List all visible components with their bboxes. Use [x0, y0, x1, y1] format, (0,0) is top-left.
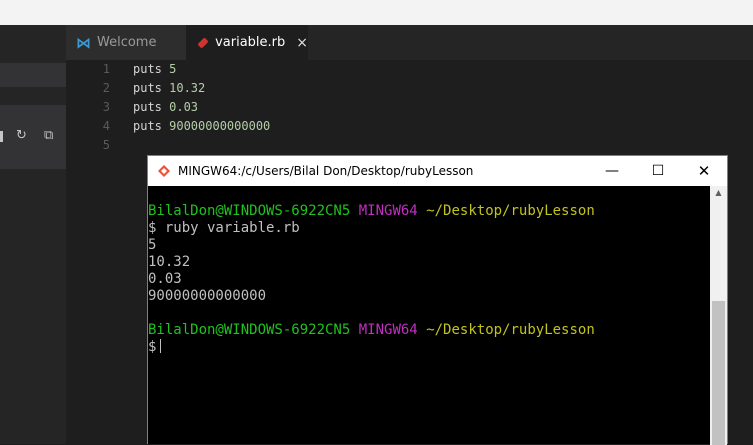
output-line: 10.32: [148, 254, 191, 270]
vscode-icon: ⋈: [76, 33, 91, 52]
refresh-icon[interactable]: ↻: [16, 129, 27, 142]
prompt-symbol: $: [148, 339, 157, 355]
terminal-window: MINGW64:/c/Users/Bilal Don/Desktop/rubyL…: [147, 155, 728, 445]
close-button[interactable]: ✕: [681, 156, 727, 186]
number-literal: 90000000000000: [169, 119, 271, 133]
code-line[interactable]: [133, 136, 270, 155]
prompt-user: BilalDon@WINDOWS-6922CN5: [148, 322, 351, 338]
sidebar-section-header[interactable]: [0, 63, 66, 87]
tab-label: Welcome: [97, 35, 157, 50]
code-line[interactable]: puts 0.03: [133, 98, 270, 117]
code-line[interactable]: puts 10.32: [133, 79, 270, 98]
prompt-path: ~/Desktop/rubyLesson: [426, 203, 595, 219]
text-cursor: [160, 339, 162, 353]
explorer-sidebar: ↻ ⧉: [0, 25, 66, 444]
keyword: puts: [133, 100, 170, 114]
git-bash-icon: [158, 165, 170, 177]
line-number-gutter: 1 2 3 4 5: [66, 60, 110, 155]
prompt-env: MINGW64: [358, 203, 418, 219]
number-literal: 10.32: [169, 81, 206, 95]
prompt-line: BilalDon@WINDOWS-6922CN5 MINGW64 ~/Deskt…: [148, 203, 595, 220]
line-number: 5: [102, 138, 110, 152]
code-lines[interactable]: puts 5 puts 10.32 puts 0.03 puts 9000000…: [133, 60, 270, 155]
scrollbar-thumb[interactable]: [712, 301, 725, 445]
window-top-strip: [0, 0, 753, 25]
code-line[interactable]: puts 5: [133, 60, 270, 79]
terminal-scrollbar[interactable]: ▲: [710, 186, 727, 445]
number-literal: 0.03: [169, 100, 199, 114]
tab-bar: ⋈ Welcome variable.rb ×: [66, 25, 753, 60]
prompt-line: BilalDon@WINDOWS-6922CN5 MINGW64 ~/Deskt…: [148, 322, 595, 339]
collapse-all-icon[interactable]: ⧉: [44, 129, 53, 142]
keyword: puts: [133, 119, 170, 133]
output-line: 0.03: [148, 271, 182, 287]
tab-label: variable.rb: [215, 35, 286, 50]
line-number: 1: [102, 62, 110, 76]
terminal-title: MINGW64:/c/Users/Bilal Don/Desktop/rubyL…: [178, 164, 474, 178]
ruby-file-icon: [197, 36, 209, 49]
minimize-button[interactable]: —: [589, 156, 635, 186]
keyword: puts: [133, 81, 170, 95]
sidebar-section: [0, 105, 66, 169]
prompt-path: ~/Desktop/rubyLesson: [426, 322, 595, 338]
terminal-output[interactable]: BilalDon@WINDOWS-6922CN5 MINGW64 ~/Deskt…: [148, 203, 595, 356]
output-line: 90000000000000: [148, 288, 267, 304]
prompt-user: BilalDon@WINDOWS-6922CN5: [148, 203, 351, 219]
number-literal: 5: [169, 62, 177, 76]
tab-variable-rb[interactable]: variable.rb ×: [186, 25, 308, 60]
line-number: 2: [102, 81, 110, 95]
tab-welcome[interactable]: ⋈ Welcome: [66, 25, 186, 60]
input-line[interactable]: $: [148, 339, 595, 356]
line-number: 3: [102, 100, 110, 114]
output-line: 5: [148, 237, 157, 253]
maximize-button[interactable]: ☐: [635, 156, 681, 186]
prompt-env: MINGW64: [358, 322, 418, 338]
keyword: puts: [133, 62, 170, 76]
command-line: $ ruby variable.rb: [148, 220, 300, 236]
close-tab-icon[interactable]: ×: [296, 35, 308, 51]
scroll-up-icon[interactable]: ▲: [710, 186, 727, 200]
code-line[interactable]: puts 90000000000000: [133, 117, 270, 136]
terminal-title-bar[interactable]: MINGW64:/c/Users/Bilal Don/Desktop/rubyL…: [148, 156, 727, 186]
new-file-icon[interactable]: [0, 131, 3, 142]
line-number: 4: [102, 119, 110, 133]
